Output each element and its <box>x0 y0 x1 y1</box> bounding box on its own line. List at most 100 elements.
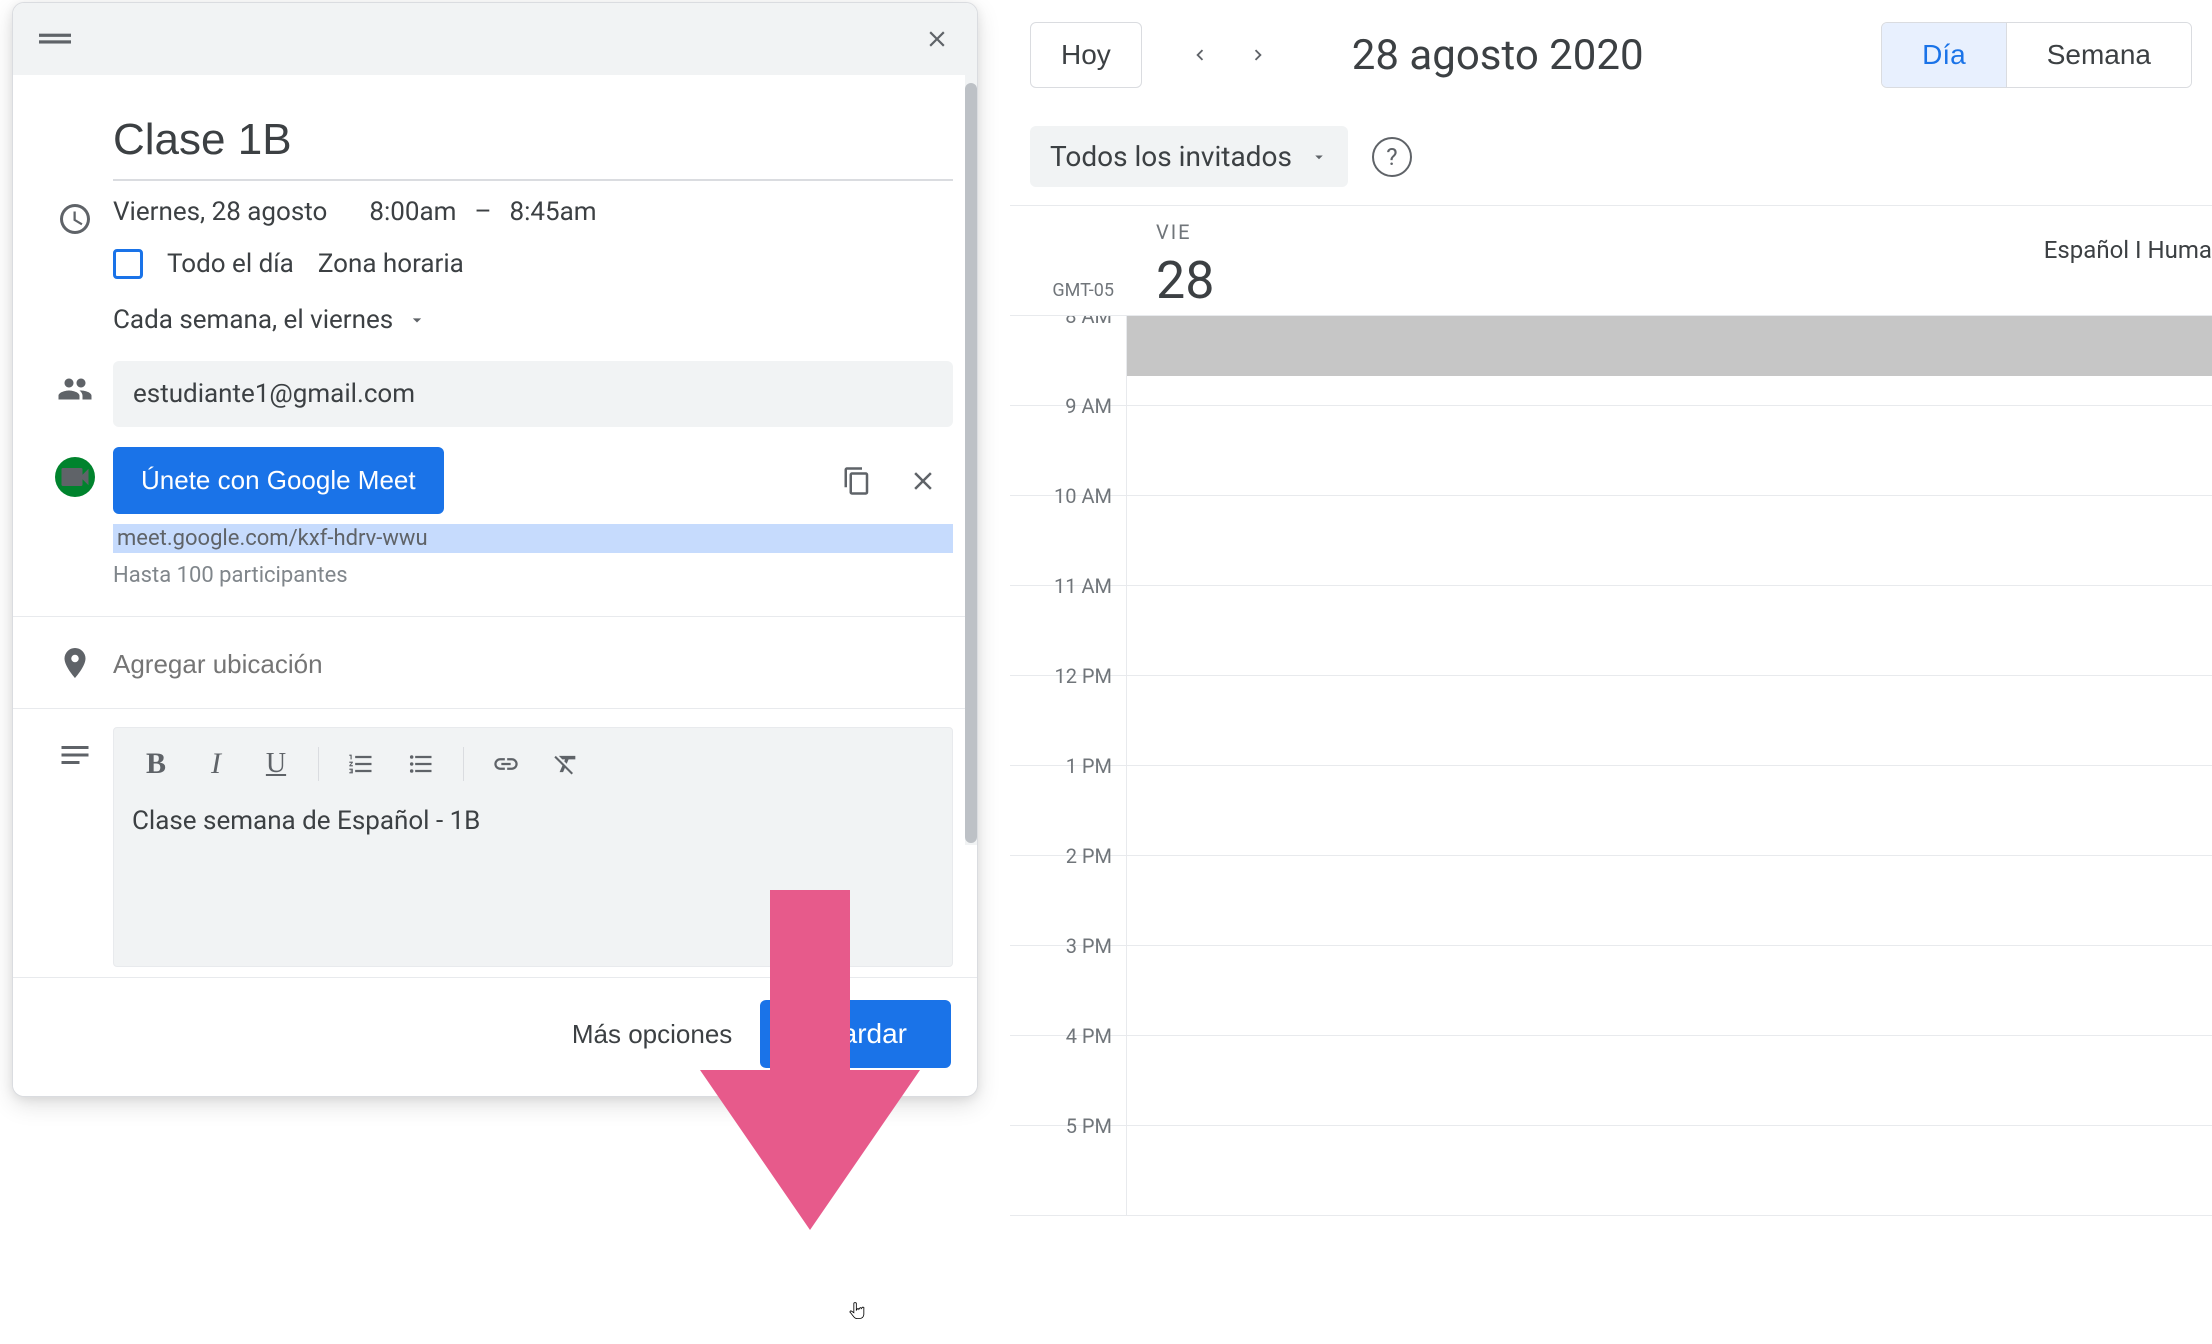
hour-row: 12 PM <box>1010 676 2212 766</box>
hour-cell[interactable] <box>1126 406 2212 495</box>
guests-row: estudiante1@gmail.com <box>37 351 953 437</box>
view-week-button[interactable]: Semana <box>2006 23 2191 87</box>
description-row: B I U <box>37 727 953 977</box>
clear-format-button[interactable] <box>538 740 594 788</box>
clear-format-icon <box>552 750 580 778</box>
timezone-link[interactable]: Zona horaria <box>318 249 464 279</box>
all-day-checkbox[interactable] <box>113 249 143 279</box>
hour-label: 12 PM <box>1010 664 1126 753</box>
bullet-list-icon <box>407 750 435 778</box>
guest-input[interactable]: estudiante1@gmail.com <box>113 361 953 427</box>
location-icon <box>57 645 93 681</box>
hour-row: 10 AM <box>1010 496 2212 586</box>
event-title-input[interactable] <box>113 75 953 181</box>
hour-label: 1 PM <box>1010 754 1126 843</box>
copy-icon <box>842 466 872 496</box>
hour-cell[interactable] <box>1126 676 2212 765</box>
numbered-list-icon <box>347 750 375 778</box>
bold-button[interactable]: B <box>128 740 184 788</box>
day-header: GMT-05 VIE 28 Español I Huma <box>1010 206 2212 315</box>
hour-cell[interactable] <box>1126 766 2212 855</box>
event-block[interactable] <box>1127 316 2212 376</box>
clock-icon <box>57 201 93 237</box>
hour-cell[interactable] <box>1126 586 2212 675</box>
chevron-down-icon <box>1310 148 1328 166</box>
view-day-button[interactable]: Día <box>1882 23 2006 87</box>
hour-cell[interactable] <box>1126 1036 2212 1125</box>
hour-label: 11 AM <box>1010 574 1126 663</box>
chevron-right-icon <box>1247 44 1269 66</box>
underline-button[interactable]: U <box>248 740 304 788</box>
link-icon <box>492 750 520 778</box>
allday-event-chip[interactable]: Español I Huma <box>2044 236 2212 264</box>
chevron-left-icon <box>1189 44 1211 66</box>
start-time[interactable]: 8:00am <box>369 197 456 227</box>
event-date[interactable]: Viernes, 28 agosto <box>113 197 327 227</box>
hour-row: 5 PM <box>1010 1126 2212 1216</box>
all-day-label[interactable]: Todo el día <box>167 249 294 279</box>
recurrence-dropdown[interactable]: Cada semana, el viernes <box>113 293 953 341</box>
insert-link-button[interactable] <box>478 740 534 788</box>
hour-label: 4 PM <box>1010 1024 1126 1113</box>
location-row <box>37 635 953 704</box>
italic-button[interactable]: I <box>188 740 244 788</box>
drag-handle-icon[interactable] <box>37 30 73 48</box>
hour-grid: 8 AM9 AM10 AM11 AM12 PM1 PM2 PM3 PM4 PM5… <box>1010 315 2212 1344</box>
recurrence-text: Cada semana, el viernes <box>113 305 393 335</box>
chevron-down-icon <box>407 310 427 330</box>
meet-url[interactable]: meet.google.com/kxf-hdrv-wwu <box>113 524 953 553</box>
hour-row: 1 PM <box>1010 766 2212 856</box>
numbered-list-button[interactable] <box>333 740 389 788</box>
close-button[interactable] <box>917 19 957 59</box>
panel-body: Viernes, 28 agosto 8:00am – 8:45am Todo … <box>13 75 977 977</box>
meet-icon <box>55 457 95 497</box>
save-button[interactable]: Guardar <box>760 1000 951 1068</box>
today-button[interactable]: Hoy <box>1030 22 1142 88</box>
people-icon <box>57 371 93 407</box>
hour-cell[interactable] <box>1126 316 2212 405</box>
cursor-pointer-icon <box>848 1298 868 1324</box>
event-editor-panel: Viernes, 28 agosto 8:00am – 8:45am Todo … <box>12 2 978 1097</box>
next-button[interactable] <box>1234 31 1282 79</box>
hour-cell[interactable] <box>1126 1126 2212 1215</box>
hour-row: 8 AM <box>1010 316 2212 406</box>
calendar-toolbar: Hoy 28 agosto 2020 Día Semana <box>1010 0 2212 114</box>
hour-row: 11 AM <box>1010 586 2212 676</box>
time-row: Viernes, 28 agosto 8:00am – 8:45am Todo … <box>37 181 953 351</box>
hour-row: 3 PM <box>1010 946 2212 1036</box>
help-button[interactable]: ? <box>1372 137 1412 177</box>
hour-cell[interactable] <box>1126 946 2212 1035</box>
scrollbar-thumb[interactable] <box>965 83 977 843</box>
end-time[interactable]: 8:45am <box>510 197 597 227</box>
remove-meet-button[interactable] <box>903 461 943 501</box>
description-editor[interactable]: B I U <box>113 727 953 967</box>
panel-header <box>13 3 977 75</box>
meet-participants-note: Hasta 100 participantes <box>113 563 953 588</box>
hour-label: 8 AM <box>1010 315 1126 393</box>
guest-filter-dropdown[interactable]: Todos los invitados <box>1030 126 1348 187</box>
more-options-button[interactable]: Más opciones <box>572 1019 732 1050</box>
copy-link-button[interactable] <box>837 461 877 501</box>
panel-footer: Más opciones Guardar <box>13 977 977 1096</box>
hour-label: 10 AM <box>1010 484 1126 573</box>
bullet-list-button[interactable] <box>393 740 449 788</box>
divider <box>13 616 977 617</box>
date-heading: 28 agosto 2020 <box>1352 31 1644 80</box>
meet-row: Únete con Google Meet meet.google.com/kx… <box>37 437 953 598</box>
location-input[interactable] <box>113 635 953 694</box>
hour-cell[interactable] <box>1126 496 2212 585</box>
prev-button[interactable] <box>1176 31 1224 79</box>
day-of-week: VIE <box>1156 220 1214 244</box>
calendar-area: Hoy 28 agosto 2020 Día Semana Todos los … <box>1010 0 2212 1344</box>
format-toolbar: B I U <box>114 728 952 796</box>
join-meet-button[interactable]: Únete con Google Meet <box>113 447 444 514</box>
hour-label: 3 PM <box>1010 934 1126 1023</box>
toolbar-separator <box>463 747 464 781</box>
day-of-month[interactable]: 28 <box>1156 250 1214 311</box>
description-icon <box>57 737 93 773</box>
hour-label: 2 PM <box>1010 844 1126 933</box>
divider <box>13 708 977 709</box>
description-text[interactable]: Clase semana de Español - 1B <box>114 796 952 846</box>
toolbar-separator <box>318 747 319 781</box>
hour-cell[interactable] <box>1126 856 2212 945</box>
